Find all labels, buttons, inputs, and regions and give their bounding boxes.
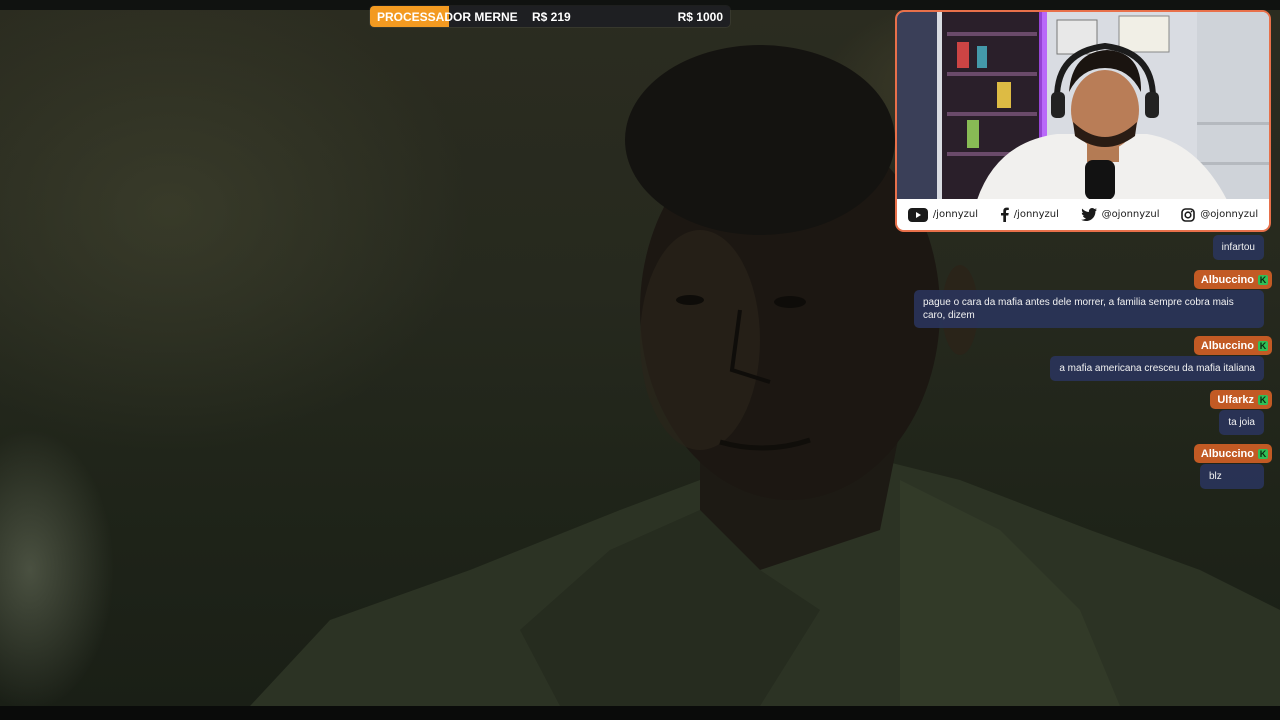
twitter-icon [1080,208,1097,221]
social-instagram[interactable]: @ojonnyzul [1181,207,1259,222]
goal-title: PROCESSADOR MERNE [377,10,518,24]
social-links-bar: /jonnyzul /jonnyzul @ojonnyzul @ojonnyzu… [897,199,1269,230]
social-twitter[interactable]: @ojonnyzul [1080,208,1160,221]
chat-message-text: pague o cara da mafia antes dele morrer,… [914,290,1264,328]
chat-message-text: infartou [1212,235,1264,260]
kick-badge-icon: K [1258,274,1268,285]
youtube-handle: /jonnyzul [932,209,979,220]
kick-badge-icon: K [1258,394,1268,405]
chat-username-tag: Ulfarkz K [1210,390,1272,409]
facebook-handle: /jonnyzul [1013,209,1059,220]
youtube-icon [907,207,928,222]
facebook-icon [1000,207,1009,222]
twitter-handle: @ojonnyzul [1101,209,1160,220]
social-facebook[interactable]: /jonnyzul [1000,207,1059,222]
chat-message-text: ta joia [1219,410,1264,435]
instagram-handle: @ojonnyzul [1200,209,1259,220]
kick-badge-icon: K [1258,340,1268,351]
chat-username: Ulfarkz [1217,393,1254,406]
goal-current-amount: R$ 219 [532,10,571,24]
webcam-feed [897,12,1269,200]
chat-username: Albuccino [1200,273,1254,286]
goal-target-amount: R$ 1000 [677,10,723,24]
chat-username-tag: Albuccino K [1193,336,1272,355]
chat-username: Albuccino [1200,447,1254,460]
chat-username-tag: Albuccino K [1193,270,1272,289]
kick-badge-icon: K [1258,448,1268,459]
webcam-overlay: /jonnyzul /jonnyzul @ojonnyzul @ojonnyzu… [895,10,1271,232]
chat-message-text: blz [1200,464,1264,489]
chat-username-tag: Albuccino K [1193,444,1272,463]
bottom-letterbox [0,706,1280,720]
social-youtube[interactable]: /jonnyzul [907,207,979,222]
chat-username: Albuccino [1200,339,1254,352]
instagram-icon [1181,207,1195,222]
donation-goal-bar: PROCESSADOR MERNE R$ 219 R$ 1000 [370,6,730,27]
chat-message-text: a mafia americana cresceu da mafia itali… [1050,356,1264,381]
